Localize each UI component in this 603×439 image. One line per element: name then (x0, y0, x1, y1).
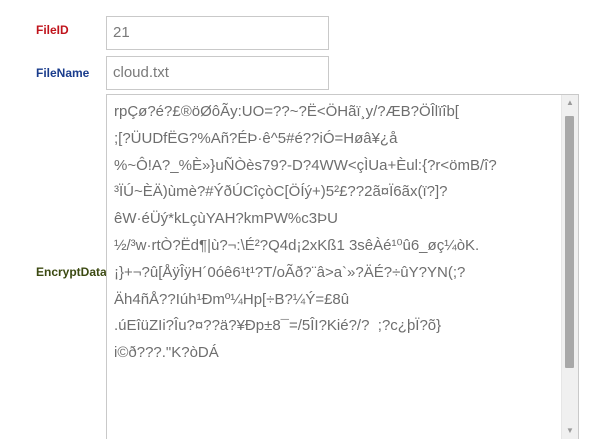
encrypt-data-content: rpÇø?é?£®öØôÃy:UO=??~?Ë<ÖHãï¸y/?ÆB?ÖÎlïî… (114, 99, 558, 367)
encrypt-data-line: ½/³w·rtÒ?Ëd¶|ù?¬:\É²?Q4d¡2xKß1 3sêÀé¹⁰û6… (114, 236, 480, 254)
encrypt-data-textarea[interactable]: rpÇø?é?£®öØôÃy:UO=??~?Ë<ÖHãï¸y/?ÆB?ÖÎlïî… (106, 94, 579, 439)
scroll-up-arrow-icon[interactable]: ▲ (562, 95, 578, 111)
encrypt-data-line: i©ð???."K?òDÁ (114, 344, 219, 362)
file-name-label: FileName (36, 66, 90, 80)
encrypt-data-line: %~Ô!A?_%È»}uÑÒès79?-D?4WW<çÌUa+Èul:{?r<ö… (114, 156, 497, 174)
encrypt-data-line: rpÇø?é?£®öØôÃy:UO=??~?Ë<ÖHãï¸y/?ÆB?ÖÎlïî… (114, 103, 459, 120)
file-name-field[interactable]: cloud.txt (106, 56, 329, 90)
encrypt-data-line: ;[?ÜUDfËG?%Añ?ÉÞ·ê^5#é??iÓ=Høâ¥¿å (114, 129, 398, 147)
file-id-label: FileID (36, 23, 69, 37)
encrypt-data-line: ¡}+¬?û[ÅÿÎÿH´0óê6¹t¹?T/oÃð?¨â>a`»?ÄÉ?÷ûY… (114, 263, 466, 281)
encrypt-data-label: EncryptData (36, 265, 107, 279)
encrypt-data-line: ³ÏÚ~ÈÄ)ùmè?#ÝðÚCîçòC[ÖÍý+)5²£??2ã¤Ï6ãx(ï… (114, 183, 448, 201)
vertical-scrollbar[interactable]: ▲ ▼ (561, 95, 578, 439)
file-detail-form: FileID 21 FileName cloud.txt EncryptData… (0, 0, 603, 439)
scroll-down-arrow-icon[interactable]: ▼ (562, 423, 578, 439)
encrypt-data-line: êW·éÜý*kLçùYAH?kmPW%c3ÞU (114, 210, 338, 228)
encrypt-data-line: Äh4ñÅ??Iúh¹Ðmº¼Hp[÷B?¼Ý=£8û (114, 290, 350, 308)
encrypt-data-line: .úEîüZIi?Îu?¤??ä?¥Ðp±8¯=/5ÎI?Kié?/? ;?c¿… (114, 317, 442, 335)
file-id-field[interactable]: 21 (106, 16, 329, 50)
scrollbar-thumb[interactable] (565, 116, 574, 368)
